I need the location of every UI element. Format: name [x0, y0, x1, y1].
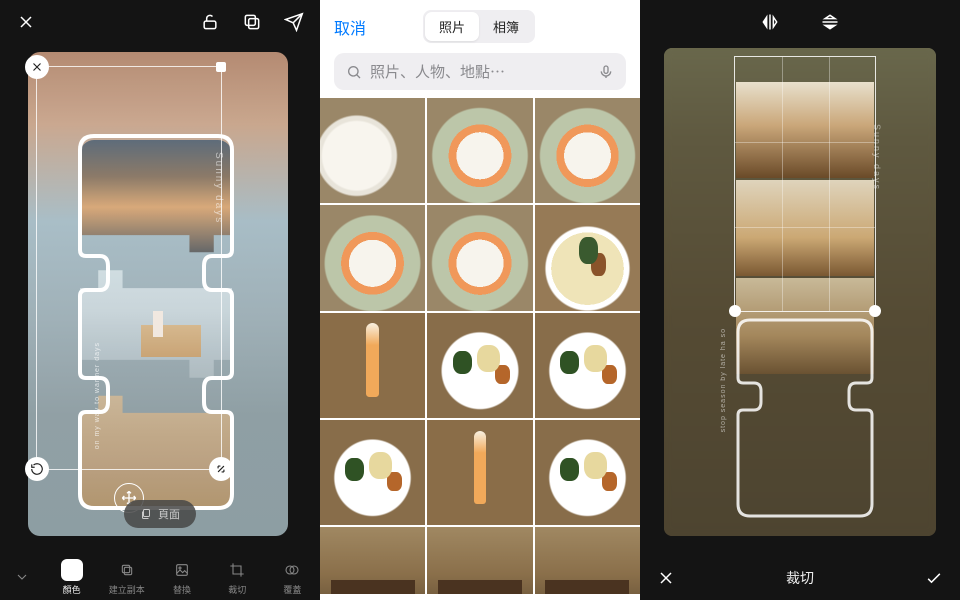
resize-handle-tr[interactable] — [216, 62, 226, 72]
editor-topbar — [0, 0, 320, 44]
crop-icon — [226, 559, 248, 581]
crop-topbar — [640, 0, 960, 44]
canvas-caption-left: stop season by late ha so — [720, 328, 727, 432]
image-icon — [171, 559, 193, 581]
selection-frame[interactable] — [36, 66, 222, 470]
crop-footer: 裁切 — [640, 556, 960, 600]
unlock-icon[interactable] — [200, 12, 220, 32]
photo-thumb[interactable] — [535, 205, 640, 310]
photo-thumb[interactable] — [320, 205, 425, 310]
crop-canvas[interactable]: Sunny days stop season by late ha so — [664, 48, 936, 536]
photo-thumb[interactable] — [427, 205, 532, 310]
crop-handle-bl[interactable] — [729, 305, 741, 317]
photo-thumb[interactable] — [535, 313, 640, 418]
editor-toolbar: 顏色 建立副本 替換 裁切 覆蓋 — [0, 554, 320, 600]
crop-title: 裁切 — [786, 568, 814, 588]
flip-vertical-icon[interactable] — [820, 12, 840, 32]
tab-label: 建立副本 — [109, 583, 145, 596]
color-swatch-icon — [61, 559, 83, 581]
photo-thumb[interactable] — [427, 527, 532, 594]
overlay-icon — [281, 559, 303, 581]
tab-label: 覆蓋 — [283, 583, 301, 596]
replace-tab[interactable]: 替換 — [154, 559, 209, 596]
duplicate-icon — [116, 559, 138, 581]
search-input[interactable]: 照片、人物、地點⋯ — [334, 53, 626, 90]
close-icon[interactable] — [16, 12, 36, 32]
tab-label: 顏色 — [63, 583, 81, 596]
tab-label: 裁切 — [228, 583, 246, 596]
photo-thumb[interactable] — [535, 98, 640, 203]
seg-photos[interactable]: 照片 — [425, 12, 479, 41]
scale-handle-icon[interactable] — [209, 457, 233, 481]
delete-handle-icon[interactable] — [25, 55, 49, 79]
duplicate-tab[interactable]: 建立副本 — [99, 559, 154, 596]
photo-thumb[interactable] — [427, 98, 532, 203]
tab-label: 替換 — [173, 583, 191, 596]
crop-box[interactable] — [734, 56, 876, 312]
crop-handle-br[interactable] — [869, 305, 881, 317]
photo-thumb[interactable] — [427, 313, 532, 418]
mic-icon[interactable] — [598, 64, 614, 80]
chevron-down-icon — [11, 566, 33, 588]
search-icon — [346, 64, 362, 80]
cancel-button[interactable]: 取消 — [334, 15, 366, 39]
page-chip[interactable]: 頁面 — [124, 500, 196, 528]
photo-thumb[interactable] — [535, 420, 640, 525]
segmented-control: 照片 相簿 — [423, 10, 535, 43]
crop-panel: Sunny days stop season by late ha so 裁切 — [640, 0, 960, 600]
photo-thumb[interactable] — [320, 527, 425, 594]
photo-thumb[interactable] — [320, 420, 425, 525]
cancel-crop-icon[interactable] — [656, 568, 676, 588]
copy-icon[interactable] — [242, 12, 262, 32]
canvas-caption-right: Sunny days — [872, 124, 882, 191]
photo-thumb[interactable] — [320, 313, 425, 418]
send-icon[interactable] — [284, 12, 304, 32]
rotate-handle-icon[interactable] — [25, 457, 49, 481]
page-chip-label: 頁面 — [158, 506, 180, 522]
flip-horizontal-icon[interactable] — [760, 12, 780, 32]
puzzle-frame-overlay — [736, 318, 874, 518]
overlay-tab[interactable]: 覆蓋 — [265, 559, 320, 596]
photo-picker-sheet: 取消 照片 相簿 照片、人物、地點⋯ — [320, 0, 640, 600]
photo-thumb[interactable] — [427, 420, 532, 525]
crop-tab[interactable]: 裁切 — [210, 559, 265, 596]
photo-thumb[interactable] — [320, 98, 425, 203]
search-placeholder: 照片、人物、地點⋯ — [370, 61, 505, 82]
photo-thumb[interactable] — [535, 527, 640, 594]
photo-grid — [320, 98, 640, 594]
expand-tab[interactable] — [0, 566, 44, 588]
editor-panel: on my way to warmer days Sunny days 頁面 顏… — [0, 0, 320, 600]
color-tab[interactable]: 顏色 — [44, 559, 99, 596]
seg-albums[interactable]: 相簿 — [479, 12, 533, 41]
confirm-crop-icon[interactable] — [924, 568, 944, 588]
